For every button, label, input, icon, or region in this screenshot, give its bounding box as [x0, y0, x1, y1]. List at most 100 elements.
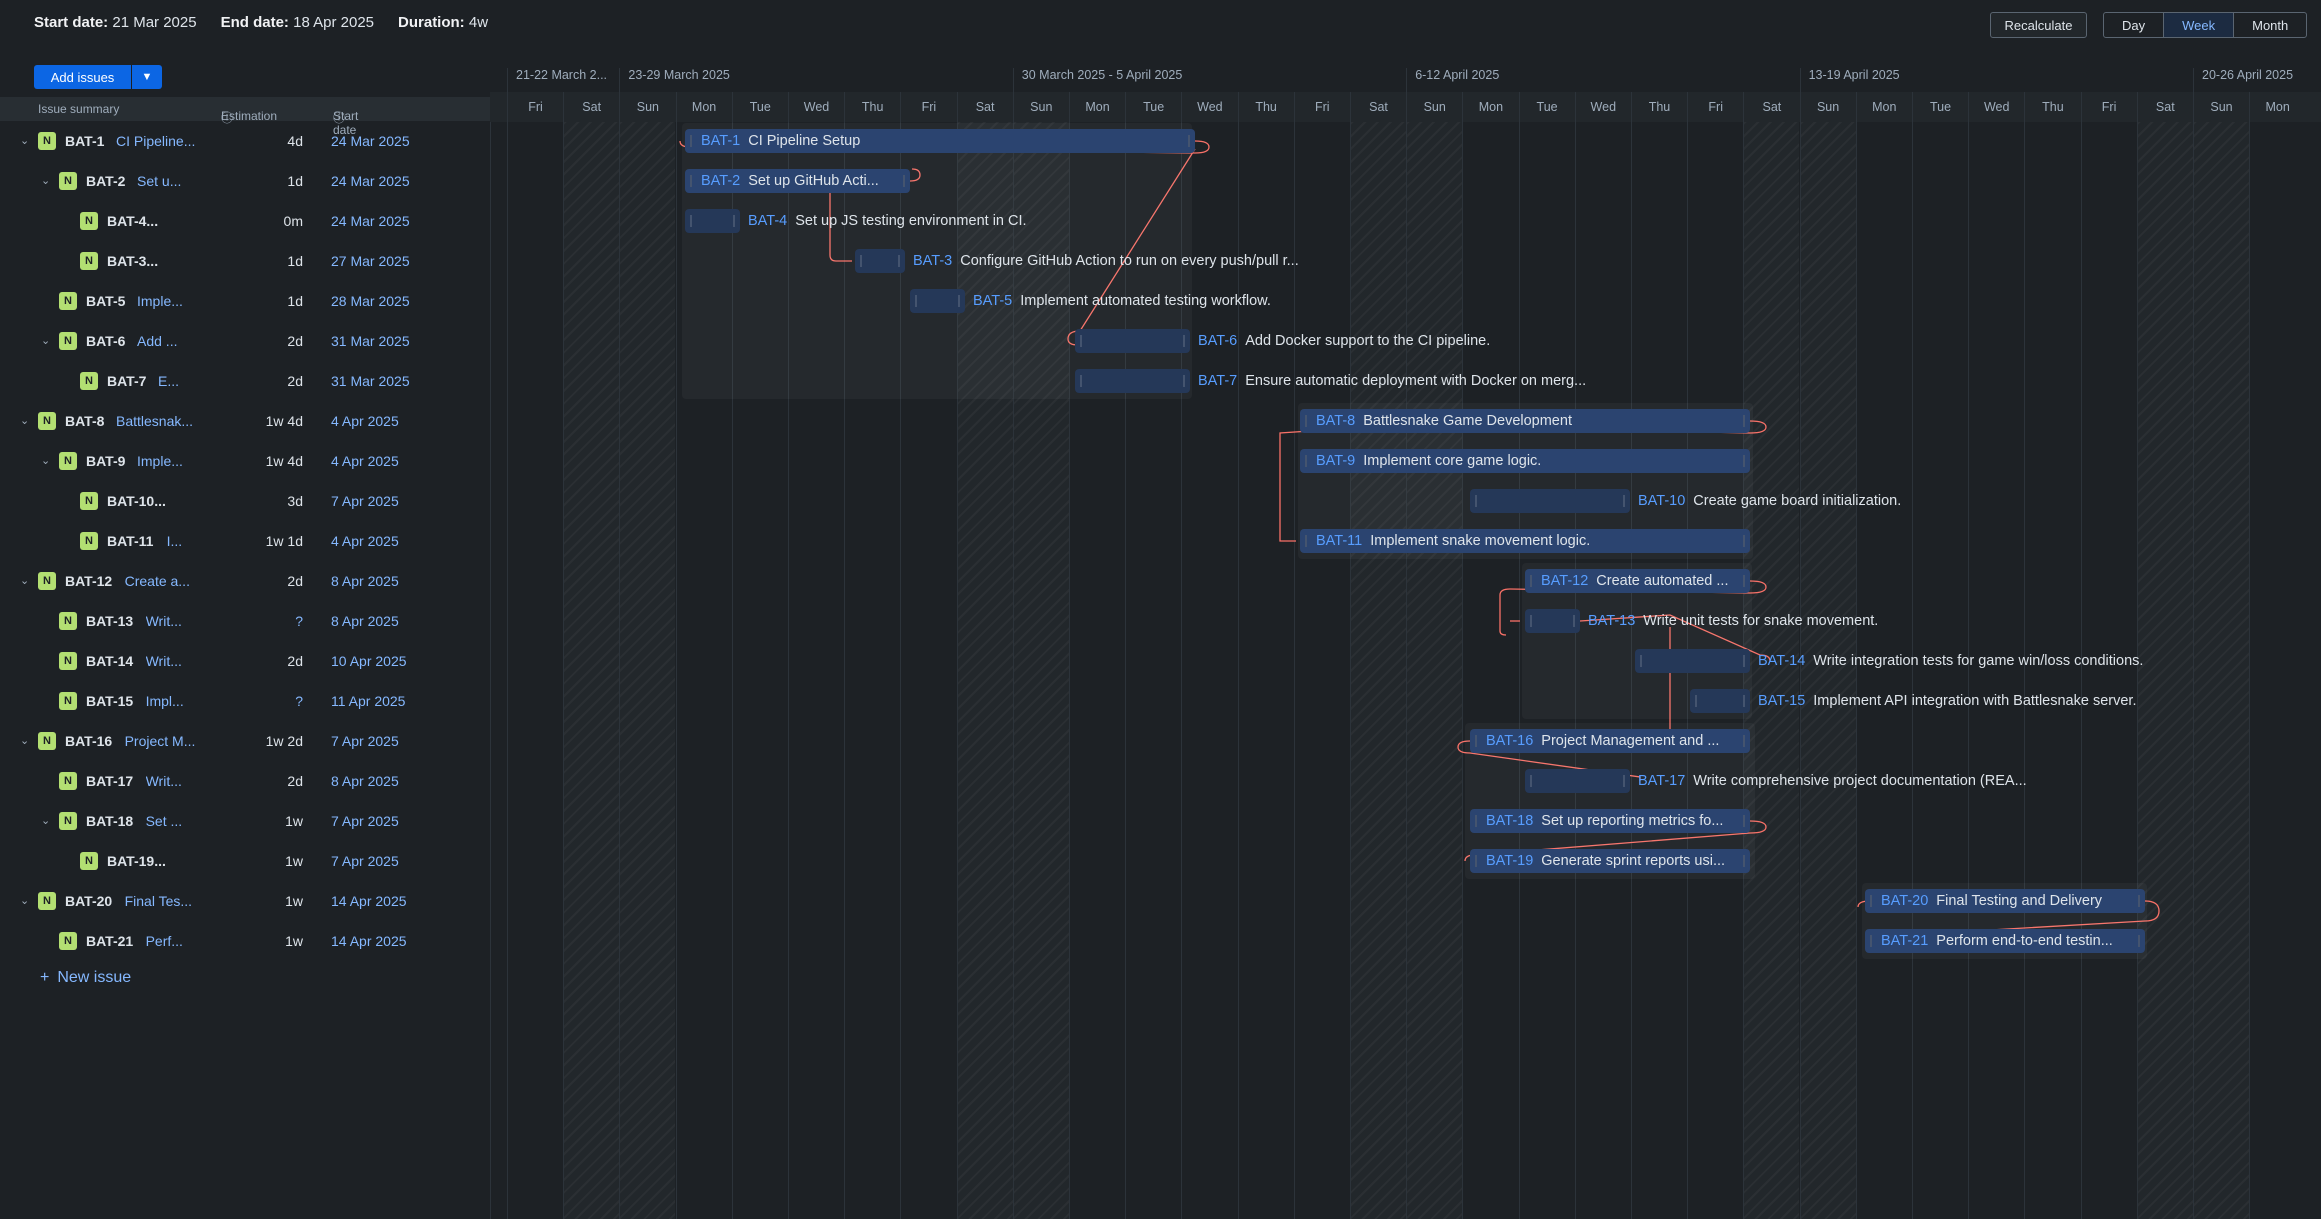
timeline-bar-label[interactable]: BAT-6 Add Docker support to the CI pipeli… [1198, 329, 1490, 353]
resize-handle[interactable] [2138, 895, 2140, 907]
chevron-down-icon[interactable]: ⌄ [41, 174, 50, 187]
issue-title[interactable]: Final Tes... [125, 893, 192, 909]
resize-handle[interactable] [2138, 935, 2140, 947]
issue-row[interactable]: N BAT-4... 0m 24 Mar 2025 [0, 201, 490, 241]
issue-key[interactable]: BAT-11 [107, 533, 153, 549]
issue-row[interactable]: ⌄ N BAT-8 Battlesnak... 1w 4d 4 Apr 2025 [0, 401, 490, 441]
issue-start-date[interactable]: 7 Apr 2025 [331, 853, 399, 869]
issue-start-date[interactable]: 24 Mar 2025 [331, 133, 410, 149]
issue-start-date[interactable]: 10 Apr 2025 [331, 653, 407, 669]
issue-key[interactable]: BAT-19... [107, 853, 166, 869]
timeline-bar[interactable] [1525, 769, 1630, 793]
issue-row[interactable]: N BAT-11 I... 1w 1d 4 Apr 2025 [0, 521, 490, 561]
issue-key[interactable]: BAT-16 [65, 733, 112, 749]
issue-title[interactable]: Add ... [137, 333, 177, 349]
issue-start-date[interactable]: 4 Apr 2025 [331, 453, 399, 469]
resize-handle[interactable] [1305, 535, 1307, 547]
issue-key[interactable]: BAT-7 [107, 373, 146, 389]
resize-handle[interactable] [1475, 495, 1477, 507]
resize-handle[interactable] [1080, 335, 1082, 347]
resize-handle[interactable] [915, 295, 917, 307]
issue-key[interactable]: BAT-13 [86, 613, 133, 629]
resize-handle[interactable] [690, 215, 692, 227]
issue-row[interactable]: N BAT-7 E... 2d 31 Mar 2025 [0, 361, 490, 401]
issue-row[interactable]: N BAT-3... 1d 27 Mar 2025 [0, 241, 490, 281]
issue-title[interactable]: Writ... [146, 773, 182, 789]
issue-row[interactable]: N BAT-21 Perf... 1w 14 Apr 2025 [0, 921, 490, 961]
issue-estimation[interactable]: 3d [287, 493, 303, 509]
timeline-bar-label[interactable]: BAT-4 Set up JS testing environment in CI… [748, 209, 1027, 233]
issue-estimation[interactable]: ? [295, 693, 303, 709]
timeline-bar-label[interactable]: BAT-12 Create automated ... [1541, 569, 1728, 593]
issue-key[interactable]: BAT-2 [86, 173, 125, 189]
issue-row[interactable]: ⌄ N BAT-1 CI Pipeline... 4d 24 Mar 2025 [0, 121, 490, 161]
issue-estimation[interactable]: 2d [287, 573, 303, 589]
resize-handle[interactable] [1183, 375, 1185, 387]
timeline-bar-label[interactable]: BAT-1 CI Pipeline Setup [701, 129, 860, 153]
issue-estimation[interactable]: 0m [284, 213, 303, 229]
issue-title[interactable]: Set ... [146, 813, 183, 829]
issue-key[interactable]: BAT-6 [86, 333, 125, 349]
issue-start-date[interactable]: 8 Apr 2025 [331, 773, 399, 789]
timeline-bar-label[interactable]: BAT-14 Write integration tests for game w… [1758, 649, 2143, 673]
resize-handle[interactable] [1743, 575, 1745, 587]
resize-handle[interactable] [860, 255, 862, 267]
resize-handle[interactable] [1743, 815, 1745, 827]
timeline-bar[interactable] [910, 289, 965, 313]
issue-estimation[interactable]: 4d [287, 133, 303, 149]
issue-start-date[interactable]: 8 Apr 2025 [331, 613, 399, 629]
resize-handle[interactable] [1623, 495, 1625, 507]
resize-handle[interactable] [1305, 455, 1307, 467]
issue-estimation[interactable]: 1w [285, 893, 303, 909]
resize-handle[interactable] [1530, 775, 1532, 787]
resize-handle[interactable] [1188, 135, 1190, 147]
recalculate-button[interactable]: Recalculate [1990, 12, 2087, 38]
resize-handle[interactable] [1573, 615, 1575, 627]
timeline-bar-label[interactable]: BAT-10 Create game board initialization. [1638, 489, 1901, 513]
resize-handle[interactable] [1475, 815, 1477, 827]
issue-title[interactable]: Imple... [137, 293, 183, 309]
timeline-bar-label[interactable]: BAT-3 Configure GitHub Action to run on e… [913, 249, 1299, 273]
issue-row[interactable]: ⌄ N BAT-2 Set u... 1d 24 Mar 2025 [0, 161, 490, 201]
issue-key[interactable]: BAT-9 [86, 453, 125, 469]
issue-key[interactable]: BAT-8 [65, 413, 104, 429]
timeline-bar-label[interactable]: BAT-20 Final Testing and Delivery [1881, 889, 2102, 913]
resize-handle[interactable] [903, 175, 905, 187]
issue-title[interactable]: Writ... [146, 613, 182, 629]
resize-handle[interactable] [1475, 855, 1477, 867]
issue-start-date[interactable]: 7 Apr 2025 [331, 493, 399, 509]
view-day-button[interactable]: Day [2104, 13, 2165, 37]
issue-estimation[interactable]: 2d [287, 653, 303, 669]
resize-handle[interactable] [1743, 855, 1745, 867]
issue-row[interactable]: ⌄ N BAT-18 Set ... 1w 7 Apr 2025 [0, 801, 490, 841]
issue-key[interactable]: BAT-18 [86, 813, 133, 829]
resize-handle[interactable] [1183, 335, 1185, 347]
issue-start-date[interactable]: 4 Apr 2025 [331, 533, 399, 549]
timeline-bar-label[interactable]: BAT-13 Write unit tests for snake movemen… [1588, 609, 1878, 633]
timeline-bar-label[interactable]: BAT-18 Set up reporting metrics fo... [1486, 809, 1723, 833]
issue-title[interactable]: I... [167, 533, 183, 549]
issue-start-date[interactable]: 24 Mar 2025 [331, 213, 410, 229]
issue-estimation[interactable]: 1w 1d [266, 533, 303, 549]
resize-handle[interactable] [1743, 735, 1745, 747]
issue-key[interactable]: BAT-1 [65, 133, 104, 149]
timeline-bar-label[interactable]: BAT-21 Perform end-to-end testin... [1881, 929, 2113, 953]
timeline-bar[interactable] [855, 249, 905, 273]
issue-start-date[interactable]: 31 Mar 2025 [331, 373, 410, 389]
issue-row[interactable]: ⌄ N BAT-16 Project M... 1w 2d 7 Apr 2025 [0, 721, 490, 761]
resize-handle[interactable] [1530, 575, 1532, 587]
chevron-down-icon[interactable]: ⌄ [20, 734, 29, 747]
issue-key[interactable]: BAT-15 [86, 693, 133, 709]
issue-row[interactable]: ⌄ N BAT-20 Final Tes... 1w 14 Apr 2025 [0, 881, 490, 921]
issue-title[interactable]: Imple... [137, 453, 183, 469]
issue-title[interactable]: CI Pipeline... [116, 133, 195, 149]
resize-handle[interactable] [1870, 895, 1872, 907]
resize-handle[interactable] [898, 255, 900, 267]
view-week-button[interactable]: Week [2164, 13, 2235, 37]
resize-handle[interactable] [1080, 375, 1082, 387]
issue-title[interactable]: Create a... [125, 573, 190, 589]
resize-handle[interactable] [1623, 775, 1625, 787]
issue-row[interactable]: N BAT-13 Writ...? 8 Apr 2025 [0, 601, 490, 641]
issue-start-date[interactable]: 28 Mar 2025 [331, 293, 410, 309]
timeline-bar[interactable] [1075, 369, 1190, 393]
